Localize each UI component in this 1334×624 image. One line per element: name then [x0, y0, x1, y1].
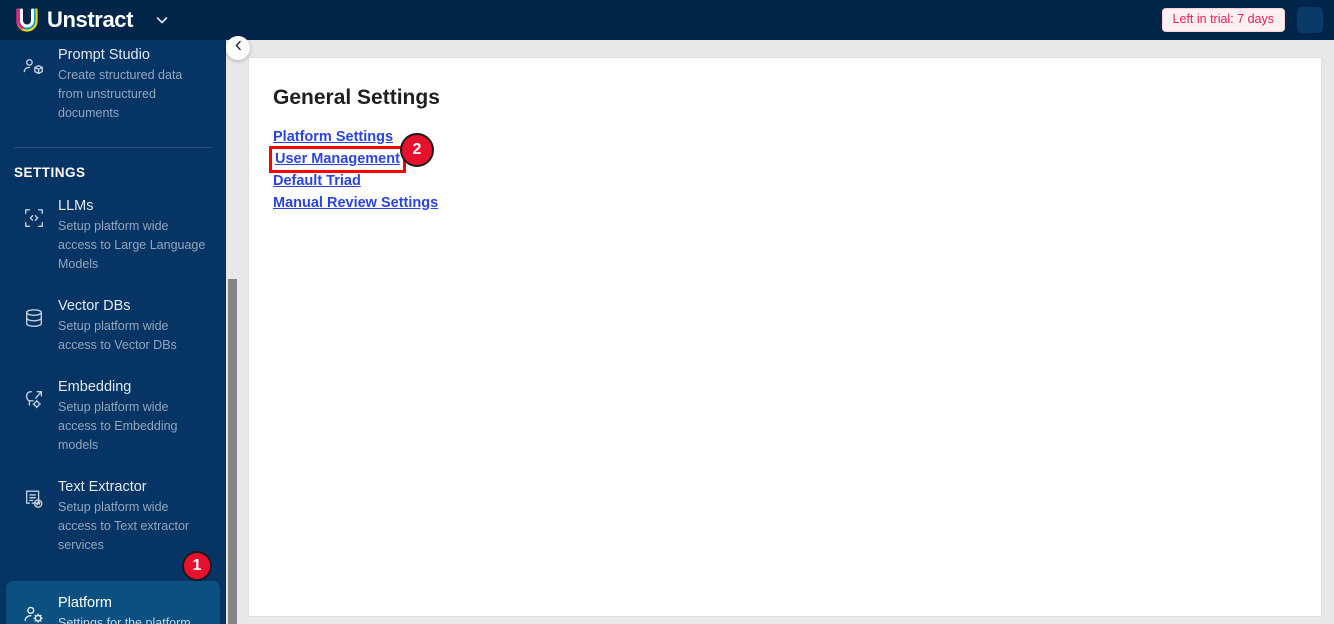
sidebar-item-desc: Setup platform wide access to Vector DBs [58, 319, 177, 352]
sidebar-item-label: Text Extractor [58, 479, 147, 495]
topbar-right-group: Left in trial: 7 days [1161, 7, 1323, 33]
link-user-management[interactable]: User Management [269, 145, 406, 173]
embedding-gear-icon [20, 385, 48, 413]
unstract-u-logo-icon [14, 7, 40, 33]
app-root: Unstract Left in trial: 7 days Extract d… [0, 0, 1334, 624]
list-item: Manual Review Settings [273, 192, 1321, 214]
annotation-pin-1: 1 [182, 551, 212, 581]
sidebar-item-desc: Settings for the platform [58, 616, 191, 624]
text-extractor-text: Text Extractor Setup platform wide acces… [58, 475, 208, 555]
chevron-left-icon [232, 39, 245, 57]
prompt-studio-icon [20, 53, 48, 81]
sidebar-section-settings: SETTINGS [14, 165, 86, 180]
prompt-studio-text: Prompt Studio Create structured data fro… [58, 43, 208, 123]
link-manual-review-settings[interactable]: Manual Review Settings [273, 194, 438, 213]
user-gear-icon [20, 601, 48, 624]
sidebar-item-label: LLMs [58, 198, 94, 214]
sidebar-item-desc: Setup platform wide access to Text extra… [58, 500, 190, 552]
chevron-down-icon[interactable] [153, 11, 171, 29]
platform-text: Platform Settings for the platform [58, 591, 191, 624]
link-platform-settings[interactable]: Platform Settings [273, 128, 393, 147]
sidebar-item-prompt-studio[interactable]: Prompt Studio Create structured data fro… [6, 40, 220, 133]
sidebar-item-label: Platform [58, 595, 112, 611]
sidebar-item-platform[interactable]: Platform Settings for the platform [6, 581, 220, 624]
sidebar-collapse-button[interactable] [226, 36, 250, 60]
sidebar-scroll-content: Extract data fromunstructured data Promp… [0, 40, 226, 624]
llms-text: LLMs Setup platform wide access to Large… [58, 194, 208, 274]
link-default-triad[interactable]: Default Triad [273, 172, 361, 191]
list-item: Default Triad [273, 170, 1321, 192]
sidebar-item-desc: Setup platform wide access to Large Lang… [58, 219, 206, 271]
document-extract-icon [20, 485, 48, 513]
sidebar-item-desc: Setup platform wide access to Embedding … [58, 400, 178, 452]
sidebar-item-desc: Create structured data from unstructured… [58, 68, 183, 120]
sidebar-item-llms[interactable]: LLMs Setup platform wide access to Large… [6, 184, 220, 284]
annotation-pin-2: 2 [400, 133, 434, 167]
trial-status-badge[interactable]: Left in trial: 7 days [1161, 8, 1285, 32]
code-brackets-icon [20, 204, 48, 232]
sidebar-item-label: Embedding [58, 379, 132, 395]
embedding-text: Embedding Setup platform wide access to … [58, 375, 208, 455]
brand[interactable]: Unstract [14, 7, 133, 33]
brand-name: Unstract [47, 7, 134, 32]
avatar[interactable] [1297, 7, 1323, 33]
sidebar-item-embedding[interactable]: Embedding Setup platform wide access to … [6, 365, 220, 465]
sidebar-navigation: Extract data fromunstructured data Promp… [0, 40, 226, 624]
database-icon [20, 304, 48, 332]
sidebar-scrollbar-thumb[interactable] [228, 279, 237, 624]
sidebar-item-text-extractor[interactable]: Text Extractor Setup platform wide acces… [6, 465, 220, 565]
vector-dbs-text: Vector DBs Setup platform wide access to… [58, 294, 208, 355]
sidebar-item-label: Vector DBs [58, 298, 131, 314]
sidebar-item-vector-dbs[interactable]: Vector DBs Setup platform wide access to… [6, 284, 220, 365]
top-header-bar: Unstract Left in trial: 7 days [0, 0, 1334, 40]
page-title: General Settings [273, 86, 440, 109]
sidebar-item-label: Prompt Studio [58, 47, 150, 63]
